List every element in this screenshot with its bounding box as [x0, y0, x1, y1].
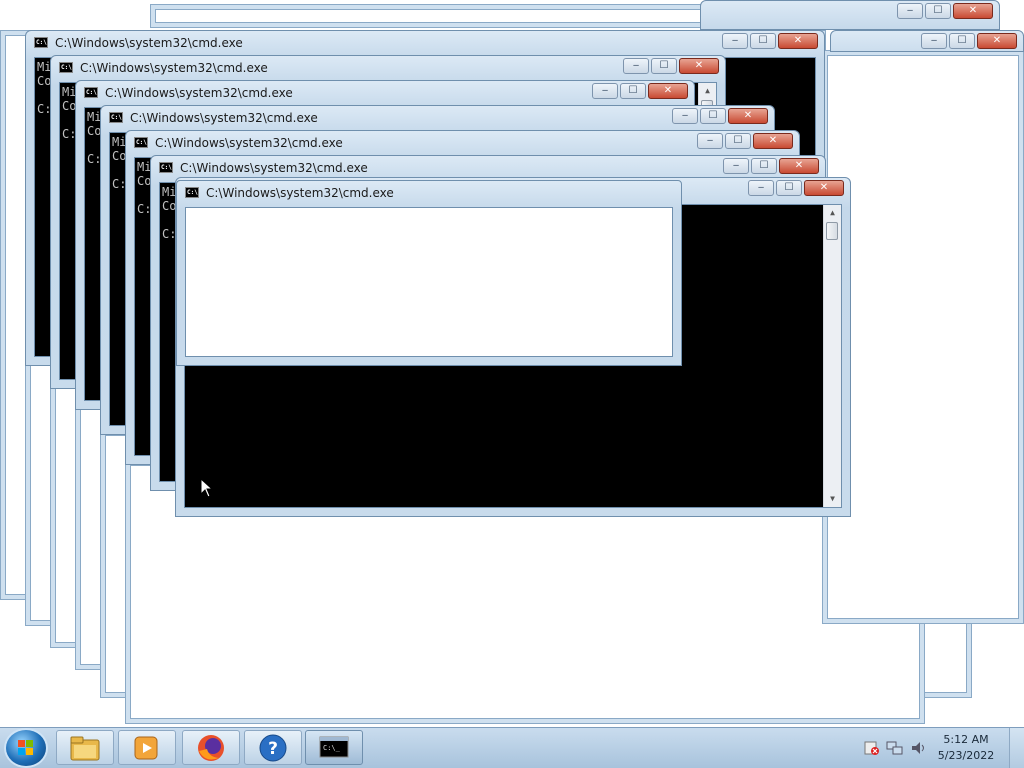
window-title: C:\Windows\system32\cmd.exe: [206, 186, 394, 200]
action-center-icon[interactable]: [864, 740, 880, 756]
close-button[interactable]: ✕: [778, 33, 818, 49]
close-button[interactable]: ✕: [648, 83, 688, 99]
cmd-window-bg[interactable]: ‒ ☐ ✕: [830, 30, 1024, 52]
firefox-icon: [198, 735, 224, 761]
scroll-up-arrow[interactable]: ▲: [699, 83, 716, 99]
firefox-button[interactable]: [182, 730, 240, 765]
cmd-icon: C:\: [159, 162, 173, 173]
cmd-icon: C:\: [34, 37, 48, 48]
cmd-icon: C:\_: [319, 736, 349, 758]
maximize-button[interactable]: ☐: [620, 83, 646, 99]
window-controls: ‒ ☐ ✕: [672, 108, 768, 124]
maximize-button[interactable]: ☐: [776, 180, 802, 196]
windows-explorer-button[interactable]: [56, 730, 114, 765]
cmd-icon: C:\: [84, 87, 98, 98]
show-desktop-button[interactable]: [1009, 728, 1024, 768]
title-bar[interactable]: C:\ C:\Windows\system32\cmd.exe: [177, 181, 681, 205]
title-bar[interactable]: C:\ C:\Windows\system32\cmd.exe ‒ ☐ ✕: [126, 131, 799, 155]
window-title: C:\Windows\system32\cmd.exe: [180, 161, 368, 175]
minimize-button[interactable]: ‒: [921, 33, 947, 49]
help-icon: ?: [259, 734, 287, 762]
title-bar[interactable]: C:\ C:\Windows\system32\cmd.exe ‒ ☐ ✕: [26, 31, 824, 55]
windows-logo-icon: [18, 740, 34, 756]
cmd-icon: C:\: [185, 187, 199, 198]
window-title: C:\Windows\system32\cmd.exe: [105, 86, 293, 100]
cmd-window-bg[interactable]: ‒ ☐ ✕: [700, 0, 1000, 30]
minimize-button[interactable]: ‒: [748, 180, 774, 196]
minimize-button[interactable]: ‒: [592, 83, 618, 99]
window-controls: ‒ ☐ ✕: [897, 3, 993, 19]
svg-text:?: ?: [268, 739, 278, 759]
taskbar: ? C:\_ 5:12 AM 5/23/2022: [0, 727, 1024, 768]
minimize-button[interactable]: ‒: [723, 158, 749, 174]
network-icon[interactable]: [886, 740, 904, 756]
window-title: C:\Windows\system32\cmd.exe: [155, 136, 343, 150]
volume-icon[interactable]: [910, 740, 928, 756]
scroll-down-arrow[interactable]: ▼: [824, 491, 841, 507]
maximize-button[interactable]: ☐: [700, 108, 726, 124]
window-controls: ‒ ☐ ✕: [722, 33, 818, 49]
window-controls: ‒ ☐ ✕: [697, 133, 793, 149]
title-bar[interactable]: C:\ C:\Windows\system32\cmd.exe ‒ ☐ ✕: [76, 81, 694, 105]
window-title: C:\Windows\system32\cmd.exe: [130, 111, 318, 125]
title-bar[interactable]: C:\ C:\Windows\system32\cmd.exe ‒ ☐ ✕: [51, 56, 725, 80]
help-button[interactable]: ?: [244, 730, 302, 765]
clock[interactable]: 5:12 AM 5/23/2022: [936, 732, 996, 764]
window-controls: ‒ ☐ ✕: [748, 180, 844, 196]
cmd-icon: C:\: [59, 62, 73, 73]
cmd-window-active[interactable]: C:\ C:\Windows\system32\cmd.exe: [176, 180, 682, 366]
close-button[interactable]: ✕: [953, 3, 993, 19]
window-title: C:\Windows\system32\cmd.exe: [80, 61, 268, 75]
command-prompt-button[interactable]: C:\_: [305, 730, 363, 765]
close-button[interactable]: ✕: [728, 108, 768, 124]
window-controls: ‒ ☐ ✕: [623, 58, 719, 74]
minimize-button[interactable]: ‒: [722, 33, 748, 49]
media-player-button[interactable]: [118, 730, 176, 765]
close-button[interactable]: ✕: [977, 33, 1017, 49]
close-button[interactable]: ✕: [679, 58, 719, 74]
minimize-button[interactable]: ‒: [697, 133, 723, 149]
mouse-cursor: [200, 478, 214, 498]
maximize-button[interactable]: ☐: [725, 133, 751, 149]
system-tray: 5:12 AM 5/23/2022: [854, 728, 1024, 768]
minimize-button[interactable]: ‒: [897, 3, 923, 19]
scroll-thumb[interactable]: [826, 222, 838, 240]
media-player-icon: [134, 736, 158, 760]
ghost-window-frame: [822, 50, 1024, 624]
minimize-button[interactable]: ‒: [623, 58, 649, 74]
clock-date: 5/23/2022: [937, 749, 995, 762]
maximize-button[interactable]: ☐: [949, 33, 975, 49]
close-button[interactable]: ✕: [753, 133, 793, 149]
console-area[interactable]: [185, 207, 673, 357]
clock-time: 5:12 AM: [943, 733, 989, 746]
maximize-button[interactable]: ☐: [925, 3, 951, 19]
folder-icon: [70, 736, 100, 761]
title-bar[interactable]: C:\ C:\Windows\system32\cmd.exe ‒ ☐ ✕: [101, 106, 774, 130]
svg-text:C:\_: C:\_: [323, 744, 341, 752]
maximize-button[interactable]: ☐: [751, 158, 777, 174]
cmd-icon: C:\: [109, 112, 123, 123]
minimize-button[interactable]: ‒: [672, 108, 698, 124]
window-controls: ‒ ☐ ✕: [723, 158, 819, 174]
start-button[interactable]: [6, 730, 46, 766]
window-controls: ‒ ☐ ✕: [592, 83, 688, 99]
scroll-up-arrow[interactable]: ▲: [824, 205, 841, 221]
window-controls: ‒ ☐ ✕: [921, 33, 1017, 49]
vertical-scrollbar[interactable]: ▲ ▼: [823, 205, 841, 507]
maximize-button[interactable]: ☐: [750, 33, 776, 49]
close-button[interactable]: ✕: [779, 158, 819, 174]
close-button[interactable]: ✕: [804, 180, 844, 196]
window-title: C:\Windows\system32\cmd.exe: [55, 36, 243, 50]
maximize-button[interactable]: ☐: [651, 58, 677, 74]
cmd-icon: C:\: [134, 137, 148, 148]
